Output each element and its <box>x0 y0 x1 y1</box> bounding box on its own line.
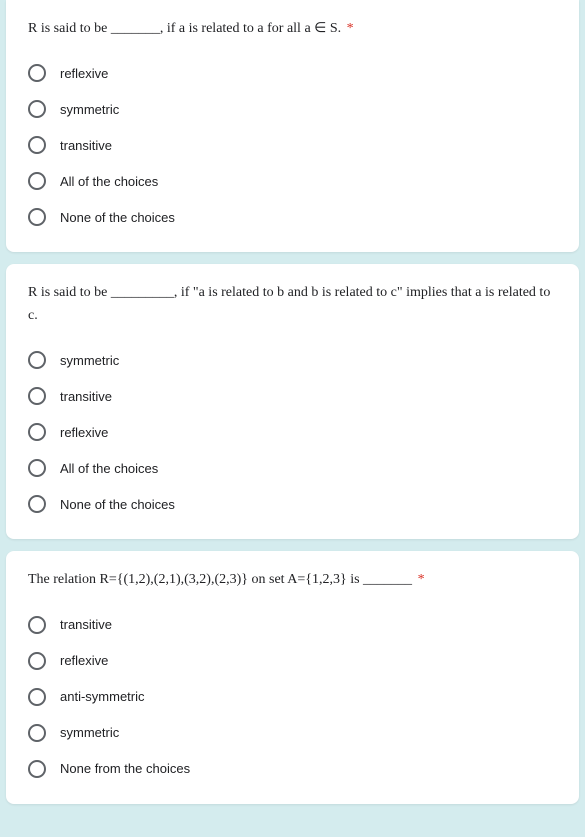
option-label: None of the choices <box>60 210 175 225</box>
option-label: symmetric <box>60 353 119 368</box>
radio-icon <box>28 172 46 190</box>
required-marker: * <box>347 21 354 36</box>
option-row[interactable]: All of the choices <box>28 168 557 194</box>
form-page: R is said to be _______, if a is related… <box>0 0 585 804</box>
question-card: R is said to be _______, if a is related… <box>6 0 579 252</box>
option-row[interactable]: transitive <box>28 612 557 638</box>
option-label: All of the choices <box>60 461 158 476</box>
required-marker: * <box>418 572 425 587</box>
radio-icon <box>28 351 46 369</box>
option-label: None from the choices <box>60 761 190 776</box>
option-row[interactable]: reflexive <box>28 419 557 445</box>
question-prompt: R is said to be _________, if "a is rela… <box>28 282 557 327</box>
radio-icon <box>28 136 46 154</box>
question-prompt: The relation R={(1,2),(2,1),(3,2),(2,3)}… <box>28 569 557 591</box>
option-row[interactable]: transitive <box>28 383 557 409</box>
option-label: transitive <box>60 138 112 153</box>
option-row[interactable]: None from the choices <box>28 756 557 782</box>
option-label: anti-symmetric <box>60 689 145 704</box>
radio-icon <box>28 495 46 513</box>
option-row[interactable]: All of the choices <box>28 455 557 481</box>
option-row[interactable]: reflexive <box>28 60 557 86</box>
question-card: The relation R={(1,2),(2,1),(3,2),(2,3)}… <box>6 551 579 803</box>
radio-icon <box>28 459 46 477</box>
option-label: None of the choices <box>60 497 175 512</box>
option-label: reflexive <box>60 425 108 440</box>
option-label: transitive <box>60 617 112 632</box>
option-row[interactable]: reflexive <box>28 648 557 674</box>
option-row[interactable]: None of the choices <box>28 491 557 517</box>
question-prompt-text: R is said to be _______, if a is related… <box>28 21 341 36</box>
option-label: symmetric <box>60 725 119 740</box>
radio-icon <box>28 760 46 778</box>
option-row[interactable]: anti-symmetric <box>28 684 557 710</box>
radio-icon <box>28 616 46 634</box>
option-label: transitive <box>60 389 112 404</box>
option-label: All of the choices <box>60 174 158 189</box>
option-row[interactable]: symmetric <box>28 347 557 373</box>
option-row[interactable]: symmetric <box>28 720 557 746</box>
question-card: R is said to be _________, if "a is rela… <box>6 264 579 539</box>
option-row[interactable]: symmetric <box>28 96 557 122</box>
options-group: symmetric transitive reflexive All of th… <box>28 347 557 517</box>
option-label: reflexive <box>60 653 108 668</box>
radio-icon <box>28 652 46 670</box>
option-row[interactable]: None of the choices <box>28 204 557 230</box>
radio-icon <box>28 688 46 706</box>
option-label: reflexive <box>60 66 108 81</box>
radio-icon <box>28 423 46 441</box>
options-group: transitive reflexive anti-symmetric symm… <box>28 612 557 782</box>
radio-icon <box>28 208 46 226</box>
question-prompt-text: R is said to be _________, if "a is rela… <box>28 285 550 322</box>
question-prompt: R is said to be _______, if a is related… <box>28 18 557 40</box>
radio-icon <box>28 387 46 405</box>
radio-icon <box>28 100 46 118</box>
option-row[interactable]: transitive <box>28 132 557 158</box>
question-prompt-text: The relation R={(1,2),(2,1),(3,2),(2,3)}… <box>28 572 412 587</box>
radio-icon <box>28 64 46 82</box>
options-group: reflexive symmetric transitive All of th… <box>28 60 557 230</box>
option-label: symmetric <box>60 102 119 117</box>
radio-icon <box>28 724 46 742</box>
